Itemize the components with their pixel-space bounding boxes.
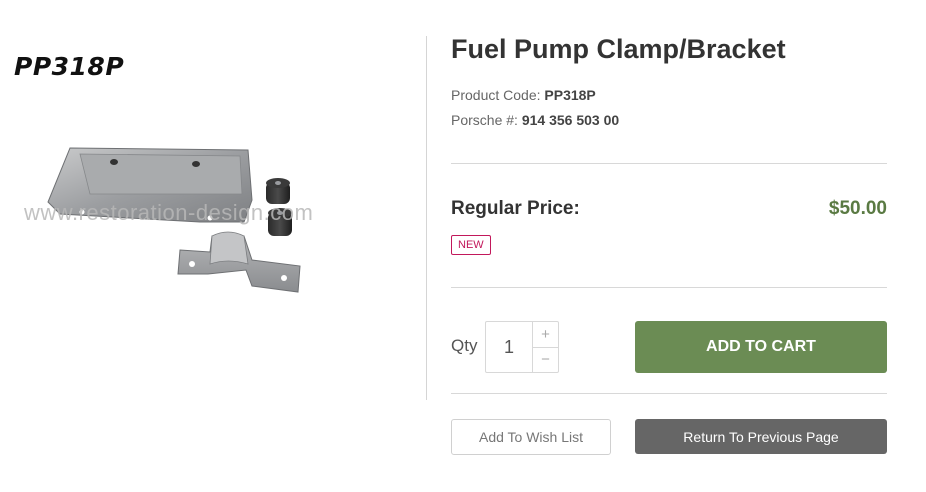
quantity-step-buttons: + − — [532, 322, 558, 372]
porsche-number-value: 914 356 503 00 — [521, 112, 620, 128]
decrement-button[interactable]: − — [533, 346, 558, 373]
porsche-number-row: Porsche #: 914 356 503 00 — [451, 112, 619, 128]
return-to-previous-page-button[interactable]: Return To Previous Page — [635, 419, 887, 454]
new-badge: NEW — [451, 235, 491, 255]
column-divider — [426, 36, 427, 400]
product-sku-label: PP318P — [14, 52, 125, 81]
product-code-value: PP318P — [544, 87, 596, 103]
quantity-input[interactable] — [486, 322, 532, 372]
porsche-number-label: Porsche #: — [451, 112, 518, 128]
product-title: Fuel Pump Clamp/Bracket — [451, 34, 786, 64]
price-value: $50.00 — [828, 198, 887, 219]
divider — [451, 163, 887, 164]
quantity-stepper: + − — [485, 321, 559, 373]
product-gallery: PP318P www.restoration-design.com — [0, 0, 426, 492]
product-code-label: Product Code: — [451, 87, 541, 103]
divider — [451, 287, 887, 288]
qty-label: Qty — [451, 336, 478, 355]
product-code-row: Product Code: PP318P — [451, 87, 596, 103]
divider — [451, 393, 887, 394]
add-to-cart-button[interactable]: ADD TO CART — [635, 321, 887, 373]
watermark-text: www.restoration-design.com — [24, 200, 314, 225]
price-label: Regular Price: — [451, 198, 580, 219]
increment-button[interactable]: + — [533, 322, 558, 347]
add-to-wishlist-button[interactable]: Add To Wish List — [451, 419, 611, 455]
